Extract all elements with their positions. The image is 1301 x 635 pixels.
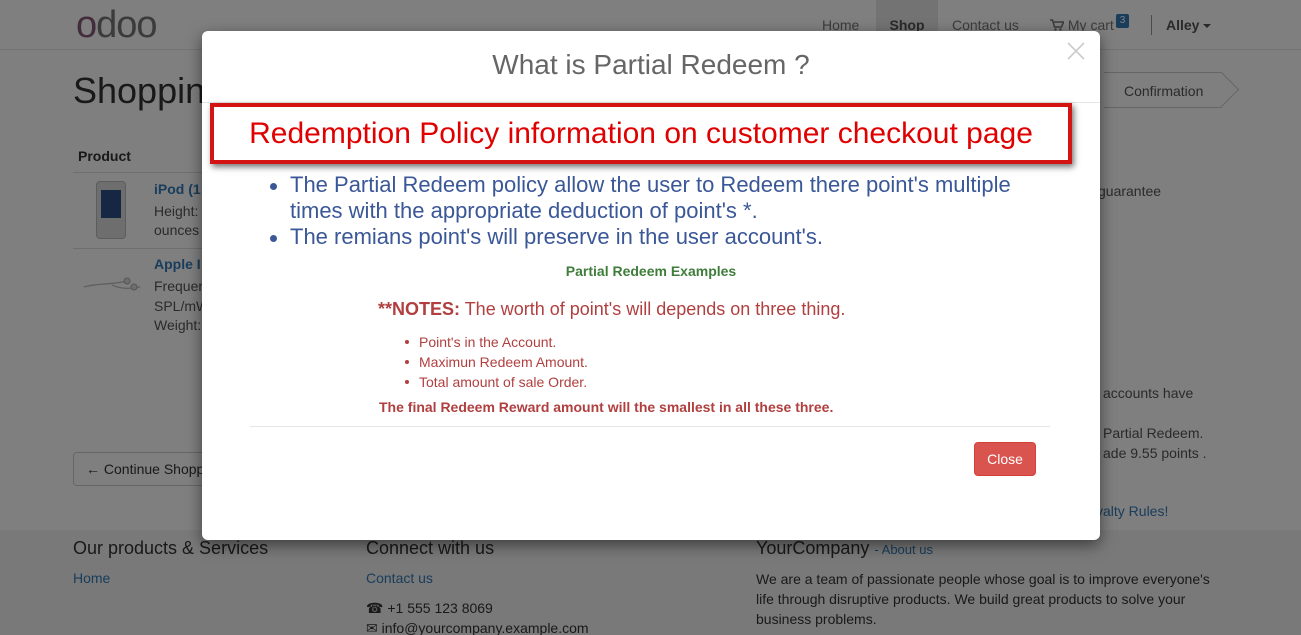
policy-point: The remians point's will preserve in the… <box>290 224 823 249</box>
list-item: The Partial Redeem policy allow the user… <box>270 172 1050 224</box>
note-item: Maximun Redeem Amount. <box>419 354 588 370</box>
list-item: Point's in the Account. <box>402 332 588 352</box>
list-item: Total amount of sale Order. <box>402 372 588 392</box>
examples-title: Partial Redeem Examples <box>565 263 737 279</box>
close-button[interactable]: Close <box>974 442 1036 476</box>
bullet-icon <box>270 235 277 242</box>
modal-title: What is Partial Redeem ? <box>492 49 810 80</box>
notes-list: Point's in the Account. Maximun Redeem A… <box>402 332 588 392</box>
modal-header: What is Partial Redeem ? <box>202 31 1100 103</box>
bullet-icon <box>405 360 409 364</box>
note-item: Total amount of sale Order. <box>419 374 588 390</box>
notes-text: The worth of point's will depends on thr… <box>460 299 846 319</box>
list-item: The remians point's will preserve in the… <box>270 224 1050 250</box>
callout-text: Redemption Policy information on custome… <box>249 117 1033 150</box>
modal-footer-divider <box>250 426 1050 427</box>
redemption-policy-callout: Redemption Policy information on custome… <box>210 103 1072 164</box>
policy-points-list: The Partial Redeem policy allow the user… <box>270 172 1050 250</box>
bullet-icon <box>405 340 409 344</box>
note-item: Point's in the Account. <box>419 334 557 350</box>
final-reward-note: The final Redeem Reward amount will the … <box>379 399 834 415</box>
notes-label: **NOTES: <box>378 299 461 319</box>
list-item: Maximun Redeem Amount. <box>402 352 588 372</box>
bullet-icon <box>405 380 409 384</box>
policy-point: The Partial Redeem policy allow the user… <box>290 172 1011 223</box>
bullet-icon <box>270 183 277 190</box>
close-icon[interactable] <box>1064 39 1088 63</box>
notes-line: **NOTES: The worth of point's will depen… <box>378 299 845 320</box>
